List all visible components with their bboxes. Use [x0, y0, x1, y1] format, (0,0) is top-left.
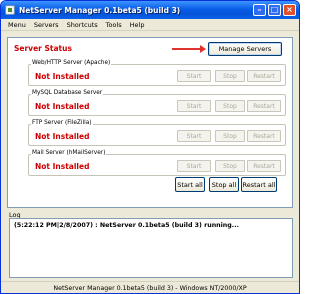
server-name: Web/HTTP Server (Apache) — [31, 60, 112, 66]
server-status-heading: Server Status — [14, 44, 72, 53]
close-icon[interactable]: × — [283, 4, 296, 16]
status-label: Not Installed — [35, 72, 90, 81]
stop-button[interactable]: Stop — [215, 70, 245, 82]
start-all-button[interactable]: Start all — [175, 177, 205, 192]
server-group-mysql: MySQL Database Server Not Installed Star… — [28, 90, 286, 116]
app-window: NetServer Manager 0.1beta5 (build 3) – □… — [0, 0, 300, 294]
restart-all-button[interactable]: Restart all — [241, 177, 277, 192]
window-controls: – □ × — [253, 4, 296, 16]
maximize-icon[interactable]: □ — [268, 4, 281, 16]
restart-button[interactable]: Restart — [247, 70, 281, 82]
restart-button[interactable]: Restart — [247, 100, 281, 112]
menu-shortcuts[interactable]: Shortcuts — [63, 21, 102, 29]
server-group-web: Web/HTTP Server (Apache) Not Installed S… — [28, 60, 286, 86]
minimize-icon[interactable]: – — [253, 4, 266, 16]
arrow-icon — [172, 45, 206, 53]
start-button[interactable]: Start — [177, 100, 211, 112]
server-name: Mail Server (hMailServer) — [31, 150, 107, 156]
log-box[interactable]: (5:22:12 PM|2/8/2007) : NetServer 0.1bet… — [9, 218, 293, 278]
title-bar[interactable]: NetServer Manager 0.1beta5 (build 3) – □… — [1, 1, 299, 19]
status-label: Not Installed — [35, 132, 90, 141]
menu-help[interactable]: Help — [126, 21, 149, 29]
restart-button[interactable]: Restart — [247, 130, 281, 142]
stop-button[interactable]: Stop — [215, 130, 245, 142]
menu-bar: Menu Servers Shortcuts Tools Help — [1, 19, 299, 31]
status-label: Not Installed — [35, 162, 90, 171]
menu-menu[interactable]: Menu — [4, 21, 30, 29]
manage-servers-button[interactable]: Manage Servers — [208, 42, 282, 56]
start-button[interactable]: Start — [177, 70, 211, 82]
app-icon — [5, 5, 15, 15]
stop-all-button[interactable]: Stop all — [209, 177, 239, 192]
server-name: MySQL Database Server — [31, 90, 104, 96]
status-label: Not Installed — [35, 102, 90, 111]
window-title: NetServer Manager 0.1beta5 (build 3) — [19, 5, 181, 15]
server-group-mail: Mail Server (hMailServer) Not Installed … — [28, 150, 286, 176]
server-group-ftp: FTP Server (FileZilla) Not Installed Sta… — [28, 120, 286, 146]
log-line: (5:22:12 PM|2/8/2007) : NetServer 0.1bet… — [14, 222, 239, 229]
restart-button[interactable]: Restart — [247, 160, 281, 172]
stop-button[interactable]: Stop — [215, 160, 245, 172]
start-button[interactable]: Start — [177, 160, 211, 172]
status-bar: NetServer Manager 0.1beta5 (build 3) - W… — [1, 281, 299, 293]
start-button[interactable]: Start — [177, 130, 211, 142]
stop-button[interactable]: Stop — [215, 100, 245, 112]
server-name: FTP Server (FileZilla) — [31, 120, 93, 126]
menu-servers[interactable]: Servers — [30, 21, 63, 29]
menu-tools[interactable]: Tools — [102, 21, 126, 29]
